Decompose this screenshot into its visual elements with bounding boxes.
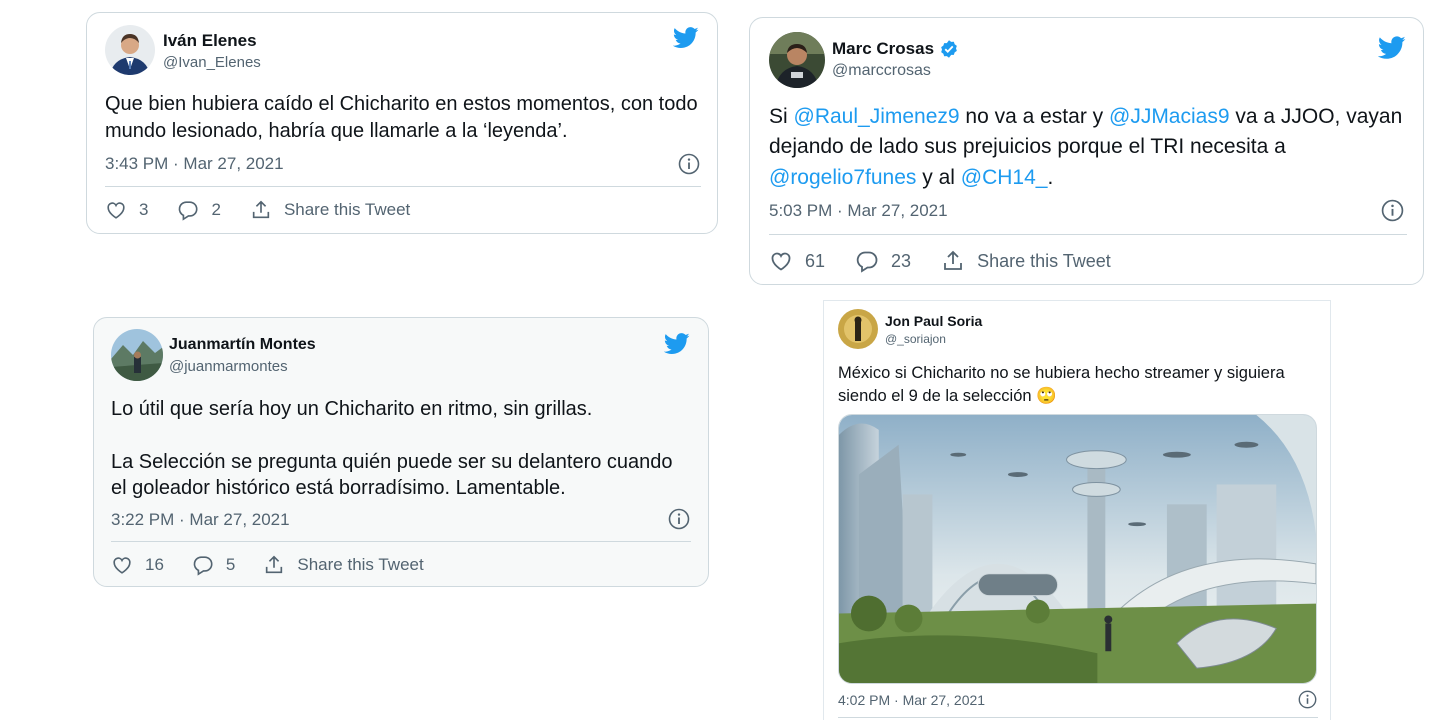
mention-link[interactable]: @CH14_: [961, 166, 1048, 189]
share-label: Share this Tweet: [283, 200, 411, 219]
twitter-bird-icon[interactable]: [673, 27, 699, 49]
tweet-timestamp[interactable]: 3:43 PM · Mar 27, 2021: [105, 154, 284, 174]
futuristic-city-image[interactable]: [838, 414, 1317, 684]
author-name[interactable]: Iván Elenes: [163, 31, 257, 51]
tweet-text: Que bien hubiera caído el Chicharito en …: [105, 91, 705, 144]
tweet-timestamp[interactable]: 3:22 PM · Mar 27, 2021: [111, 510, 290, 530]
share-button[interactable]: Share this Tweet: [263, 554, 424, 576]
author-handle[interactable]: @Ivan_Elenes: [163, 54, 261, 71]
avatar[interactable]: [838, 309, 878, 349]
info-icon[interactable]: [678, 153, 700, 175]
mention-link[interactable]: @Raul_Jimenez9: [794, 105, 960, 128]
author-name[interactable]: Juanmartín Montes: [169, 336, 316, 354]
author-name[interactable]: Marc Crosas: [832, 39, 934, 59]
tweet-text-content: Que bien hubiera caído el Chicharito en …: [105, 93, 698, 142]
mention-link[interactable]: @JJMacias9: [1109, 105, 1230, 128]
tweet-timestamp[interactable]: 5:03 PM · Mar 27, 2021: [769, 201, 948, 221]
twitter-bird-icon[interactable]: [1378, 36, 1406, 60]
reply-count: 23: [891, 250, 912, 271]
like-count: 61: [805, 250, 826, 271]
reply-icon: [179, 201, 198, 221]
info-icon[interactable]: [1381, 199, 1404, 222]
share-icon: [252, 200, 270, 219]
mention-link[interactable]: @rogelio7funes: [769, 166, 916, 189]
author-handle[interactable]: @juanmarmontes: [169, 358, 288, 375]
tweet-actions: 3 2 Share this Tweet: [105, 199, 410, 221]
tweet-timestamp[interactable]: 4:02 PM · Mar 27, 2021: [838, 692, 985, 708]
reply-icon: [193, 556, 213, 576]
tweet-text-content: México si Chicharito no se hubiera hecho…: [838, 364, 1285, 406]
reply-count: 5: [225, 555, 236, 574]
avatar[interactable]: [111, 329, 163, 381]
reply-count: 2: [211, 200, 221, 219]
reply-icon: [856, 251, 878, 273]
share-label: Share this Tweet: [977, 250, 1111, 271]
share-icon: [266, 555, 283, 574]
author-name[interactable]: Jon Paul Soria: [885, 313, 982, 329]
tweet-text-part: Si: [769, 105, 794, 128]
like-button[interactable]: 16: [111, 554, 164, 576]
avatar[interactable]: [769, 32, 825, 88]
divider: [838, 717, 1318, 718]
tweet-actions: 16 5 Share this Tweet: [111, 554, 424, 576]
tweet-actions: 61 23 Share this Tweet: [769, 249, 1111, 273]
tweet-paragraph: La Selección se pregunta quién puede ser…: [111, 450, 673, 500]
tweet-paragraph: Lo útil que sería hoy un Chicharito en r…: [111, 398, 593, 420]
avatar[interactable]: [105, 25, 155, 75]
twitter-bird-icon[interactable]: [664, 333, 690, 355]
author-handle[interactable]: @_soriajon: [885, 332, 946, 346]
like-button[interactable]: 61: [769, 249, 825, 273]
divider: [105, 186, 701, 187]
share-button[interactable]: Share this Tweet: [250, 199, 410, 221]
tweet-card-juanmartin-montes[interactable]: Juanmartín Montes @juanmarmontes Lo útil…: [93, 317, 709, 587]
info-icon[interactable]: [668, 508, 690, 530]
tweet-text-part: no va a estar y: [959, 105, 1109, 128]
tweet-text-part: y al: [916, 165, 961, 189]
share-icon: [944, 250, 962, 270]
divider: [769, 234, 1407, 235]
share-button[interactable]: Share this Tweet: [941, 249, 1111, 273]
tweet-text-part: .: [1047, 165, 1054, 189]
share-label: Share this Tweet: [297, 555, 424, 574]
tweet-collage: Iván Elenes @Ivan_Elenes Que bien hubier…: [0, 0, 1440, 720]
tweet-card-marc-crosas[interactable]: Marc Crosas @marccrosas Si @Raul_Jimenez…: [749, 17, 1424, 285]
author-handle[interactable]: @marccrosas: [832, 62, 931, 80]
tweet-card-ivan-elenes[interactable]: Iván Elenes @Ivan_Elenes Que bien hubier…: [86, 12, 718, 234]
tweet-text: Lo útil que sería hoy un Chicharito en r…: [111, 396, 691, 502]
reply-button[interactable]: 23: [855, 249, 911, 273]
heart-icon: [771, 252, 791, 271]
divider: [111, 541, 691, 542]
like-count: 3: [139, 200, 149, 219]
reply-button[interactable]: 5: [192, 554, 235, 576]
heart-icon: [113, 557, 131, 574]
like-count: 16: [145, 555, 164, 574]
verified-badge-icon: [939, 39, 959, 59]
reply-button[interactable]: 2: [177, 199, 221, 221]
heart-icon: [107, 202, 125, 219]
tweet-card-jon-paul-soria[interactable]: Jon Paul Soria @_soriajon México si Chic…: [823, 300, 1331, 720]
like-button[interactable]: 3: [105, 199, 148, 221]
tweet-text: Si @Raul_Jimenez9 no va a estar y @JJMac…: [769, 102, 1409, 193]
tweet-text: México si Chicharito no se hubiera hecho…: [838, 362, 1322, 408]
info-icon[interactable]: [1298, 690, 1317, 709]
